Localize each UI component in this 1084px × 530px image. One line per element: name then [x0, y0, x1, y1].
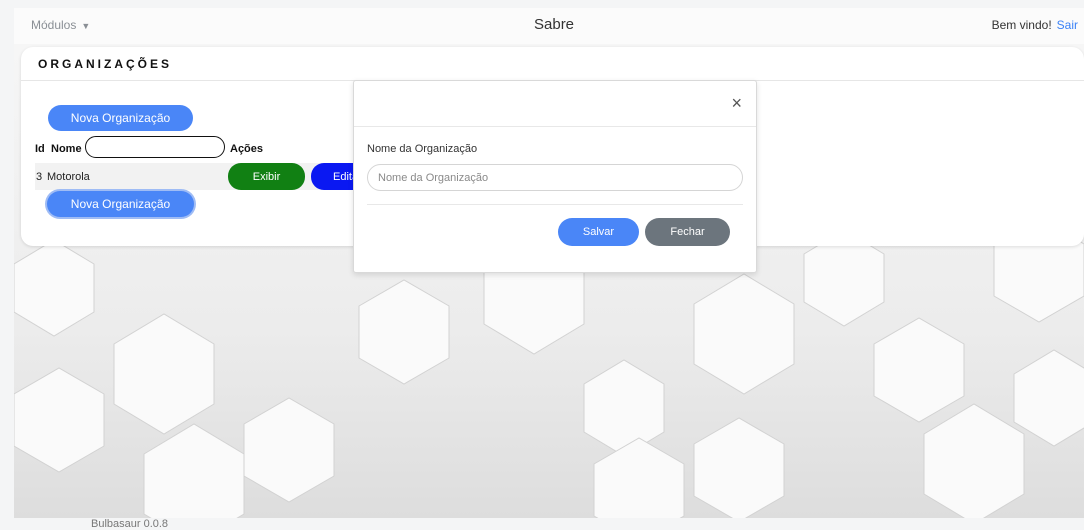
- modules-label: Módulos: [31, 18, 77, 32]
- new-organization-button-top[interactable]: Nova Organização: [48, 105, 193, 131]
- modal-header-divider: [354, 126, 756, 127]
- table-row: 3 Motorola: [35, 163, 355, 190]
- row-name: Motorola: [47, 171, 90, 183]
- name-filter-input[interactable]: [85, 136, 225, 158]
- new-organization-modal: × Nome da Organização Salvar Fechar: [353, 80, 757, 273]
- close-button[interactable]: Fechar: [645, 218, 730, 246]
- brand-title: Sabre: [534, 16, 575, 33]
- logout-link[interactable]: Sair: [1057, 18, 1078, 32]
- edit-button[interactable]: Editar: [311, 163, 355, 190]
- column-header-actions: Ações: [230, 143, 264, 155]
- column-header-id: Id: [35, 143, 45, 155]
- welcome-text: Bem vindo!: [991, 18, 1052, 32]
- close-icon[interactable]: ×: [731, 93, 742, 114]
- card-header: ORGANIZAÇÕES: [21, 47, 1084, 81]
- organization-name-label: Nome da Organização: [367, 143, 478, 155]
- user-area: Bem vindo! Sair: [992, 18, 1078, 32]
- organization-name-input[interactable]: [367, 164, 743, 191]
- save-button[interactable]: Salvar: [558, 218, 639, 246]
- view-button[interactable]: Exibir: [228, 163, 305, 190]
- row-id: 3: [36, 171, 43, 183]
- modal-footer-divider: [367, 204, 743, 205]
- top-navbar: Módulos ▼ Sabre Bem vindo! Sair: [14, 8, 1084, 44]
- page-title: ORGANIZAÇÕES: [38, 57, 173, 71]
- column-header-name: Nome: [51, 143, 82, 155]
- caret-down-icon: ▼: [81, 21, 91, 31]
- version-text: Bulbasaur 0.0.8: [91, 518, 169, 530]
- modules-dropdown[interactable]: Módulos ▼: [31, 18, 90, 32]
- new-organization-button-bottom[interactable]: Nova Organização: [47, 191, 194, 217]
